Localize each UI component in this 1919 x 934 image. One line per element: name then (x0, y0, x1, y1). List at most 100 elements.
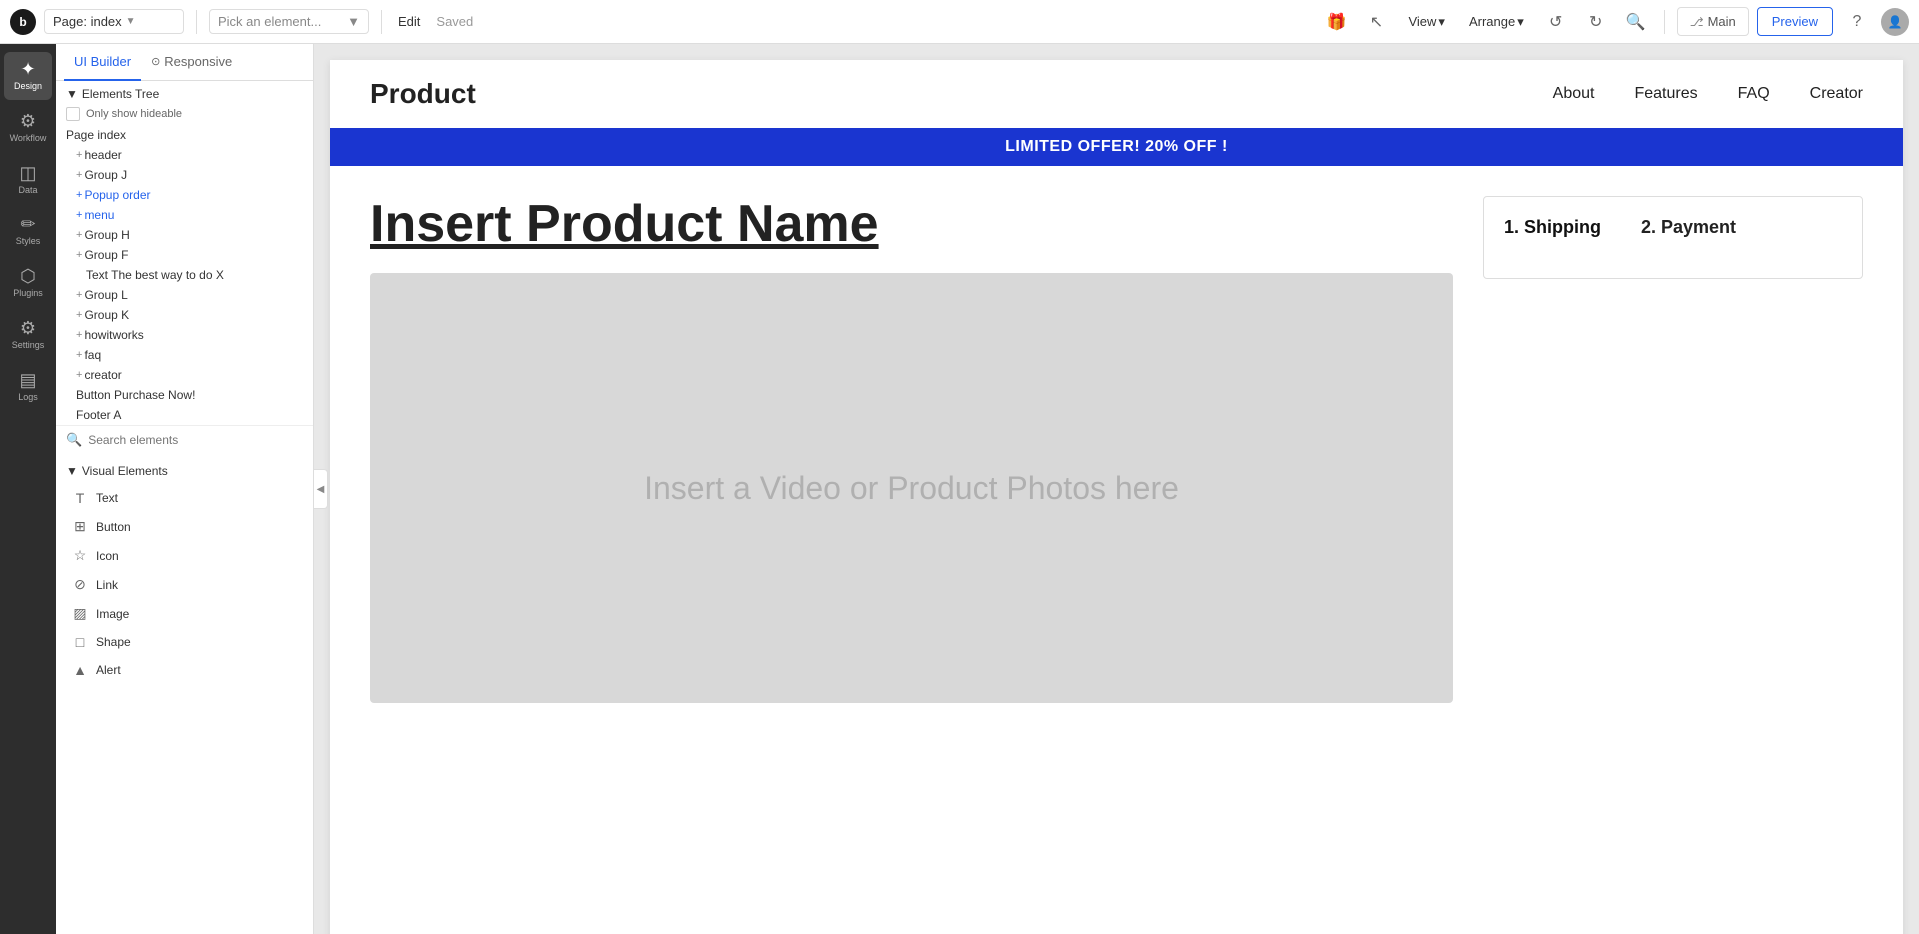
page-selector[interactable]: Page: index ▼ (44, 9, 184, 34)
user-avatar[interactable]: 👤 (1881, 8, 1909, 36)
design-icon: ✦ (20, 60, 35, 78)
tree-item-page-index[interactable]: Page index 👁 (56, 125, 313, 145)
design-label: Design (14, 81, 42, 92)
divider-1 (196, 10, 197, 34)
sidebar-item-design[interactable]: ✦ Design (4, 52, 52, 100)
search-bar: 🔍 (56, 425, 313, 454)
tab-responsive[interactable]: ⊙ Responsive (141, 44, 242, 81)
panel-tabs: UI Builder ⊙ Responsive (56, 44, 313, 81)
search-input[interactable] (88, 433, 303, 447)
nav-link-creator[interactable]: Creator (1810, 85, 1863, 103)
pick-element-label: Pick an element... (218, 14, 321, 29)
hero-media-placeholder[interactable]: Insert a Video or Product Photos here (370, 273, 1453, 703)
tree-item-popup-order[interactable]: + Popup order 👁 (56, 185, 313, 205)
only-hideable-row: Only show hideable (56, 107, 313, 125)
sidebar-item-workflow[interactable]: ⚙ Workflow (4, 104, 52, 152)
ve-item-shape[interactable]: □ Shape (56, 628, 313, 656)
payment-tab[interactable]: 2. Payment (1641, 217, 1736, 238)
expand-icon: + (76, 329, 82, 341)
tree-item-menu[interactable]: + menu 👁 (56, 205, 313, 225)
image-element-icon: ▨ (72, 605, 88, 622)
tree-item-group-j[interactable]: + Group J 👁 (56, 165, 313, 185)
responsive-icon: ⊙ (151, 55, 160, 68)
tree-item-howitworks[interactable]: + howitworks 👁 (56, 325, 313, 345)
page-selector-chevron: ▼ (126, 16, 136, 27)
ve-item-icon[interactable]: ☆ Icon (56, 541, 313, 570)
tree-item-footer-a[interactable]: Footer A 👁 (56, 405, 313, 425)
sidebar-item-logs[interactable]: ▤ Logs (4, 363, 52, 411)
styles-icon: ✏ (20, 215, 35, 233)
arrange-menu-button[interactable]: Arrange ▾ (1461, 10, 1532, 34)
workflow-icon: ⚙ (20, 112, 36, 130)
search-button[interactable]: 🔍 (1620, 6, 1652, 38)
tree-item-header[interactable]: + header 👁 (56, 145, 313, 165)
expand-icon: + (76, 169, 82, 181)
tree-item-group-h[interactable]: + Group H 👁 (56, 225, 313, 245)
canvas-area[interactable]: ◀ Product About Features FAQ Creator LIM… (314, 44, 1919, 934)
tab-ui-builder[interactable]: UI Builder (64, 44, 141, 81)
ve-item-alert[interactable]: ▲ Alert (56, 656, 313, 684)
tree-item-text-best-way[interactable]: Text The best way to do X 👁 (56, 265, 313, 285)
elements-tree-header: ▼ Elements Tree (56, 81, 313, 107)
left-panel: UI Builder ⊙ Responsive ▼ Elements Tree … (56, 44, 314, 934)
promo-banner: LIMITED OFFER! 20% OFF ! (330, 128, 1903, 166)
shipping-tab[interactable]: 1. Shipping (1504, 217, 1601, 238)
tree-item-faq[interactable]: + faq 👁 (56, 345, 313, 365)
tree-item-group-f[interactable]: + Group F 👁 (56, 245, 313, 265)
ve-item-image[interactable]: ▨ Image (56, 599, 313, 628)
visual-elements-section: ▼ Visual Elements T Text ⊞ Button ☆ Icon… (56, 454, 313, 934)
preview-button[interactable]: Preview (1757, 7, 1833, 36)
text-element-icon: T (72, 490, 88, 506)
visual-elements-toggle[interactable]: ▼ Visual Elements (56, 458, 313, 484)
elements-tree-toggle[interactable]: ▼ Elements Tree (66, 87, 159, 101)
tree-item-btn-purchase[interactable]: Button Purchase Now! 👁 (56, 385, 313, 405)
settings-label: Settings (12, 340, 45, 351)
icon-element-icon: ☆ (72, 547, 88, 564)
ve-item-link[interactable]: ⊘ Link (56, 570, 313, 599)
sidebar-item-plugins[interactable]: ⬡ Plugins (4, 259, 52, 307)
help-button[interactable]: ? (1841, 6, 1873, 38)
pick-element-selector[interactable]: Pick an element... ▼ (209, 9, 369, 34)
divider-2 (381, 10, 382, 34)
edit-button[interactable]: Edit (394, 14, 424, 29)
only-hideable-checkbox[interactable] (66, 107, 80, 121)
data-label: Data (18, 185, 37, 196)
app-logo: b (10, 9, 36, 35)
saved-status: Saved (432, 14, 477, 29)
cursor-icon-button[interactable]: ↖ (1360, 6, 1392, 38)
icon-sidebar: ✦ Design ⚙ Workflow ◫ Data ✏ Styles ⬡ Pl… (0, 44, 56, 934)
expand-icon: + (76, 249, 82, 261)
tree-item-creator[interactable]: + creator 👁 (56, 365, 313, 385)
settings-icon: ⚙ (20, 319, 36, 337)
nav-link-about[interactable]: About (1553, 85, 1595, 103)
expand-icon: + (76, 349, 82, 361)
hero-product-title[interactable]: Insert Product Name (370, 196, 1453, 253)
logs-icon: ▤ (19, 371, 36, 389)
shipping-payment-widget: 1. Shipping 2. Payment (1483, 196, 1863, 279)
button-element-icon: ⊞ (72, 518, 88, 535)
sidebar-item-styles[interactable]: ✏ Styles (4, 207, 52, 255)
view-chevron: ▾ (1438, 14, 1445, 30)
nav-link-features[interactable]: Features (1634, 85, 1697, 103)
pick-element-chevron: ▼ (347, 14, 360, 29)
sidebar-item-data[interactable]: ◫ Data (4, 156, 52, 204)
expand-icon: + (76, 369, 82, 381)
redo-button[interactable]: ↻ (1580, 6, 1612, 38)
tree-item-group-k[interactable]: + Group K 👁 (56, 305, 313, 325)
plugins-icon: ⬡ (20, 267, 36, 285)
canvas-toggle-button[interactable]: ◀ (314, 469, 328, 509)
nav-link-faq[interactable]: FAQ (1738, 85, 1770, 103)
undo-button[interactable]: ↺ (1540, 6, 1572, 38)
ve-item-button[interactable]: ⊞ Button (56, 512, 313, 541)
page-name-label: Page: index (53, 14, 122, 29)
link-element-icon: ⊘ (72, 576, 88, 593)
view-menu-button[interactable]: View ▾ (1400, 10, 1452, 34)
tree-item-group-l[interactable]: + Group L 👁 (56, 285, 313, 305)
tree-toggle-icon: ▼ (66, 87, 78, 101)
main-branch-button[interactable]: ⎇ Main (1677, 7, 1749, 36)
sidebar-item-settings[interactable]: ⚙ Settings (4, 311, 52, 359)
ve-item-text[interactable]: T Text (56, 484, 313, 512)
gift-icon-button[interactable]: 🎁 (1320, 6, 1352, 38)
only-hideable-label: Only show hideable (86, 108, 182, 120)
plugins-label: Plugins (13, 288, 43, 299)
